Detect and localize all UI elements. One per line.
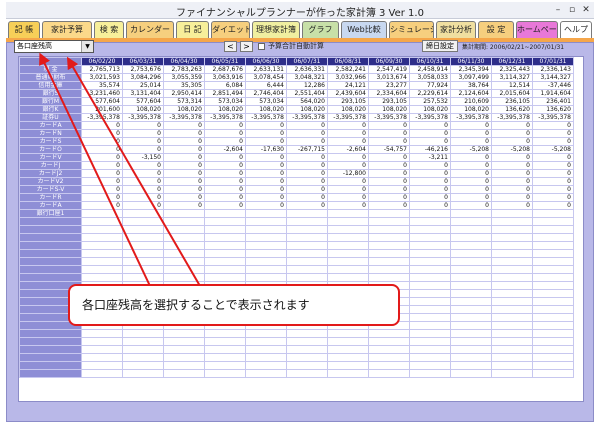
annotation-arrows (39, 52, 201, 287)
explanation-callout: 各口座残高を選択することで表示されます (68, 284, 400, 326)
app-window: ファイナンシャルプランナーが作った家計簿 3 Ver 1.0 – ▫ ✕ 記 帳… (0, 0, 600, 431)
